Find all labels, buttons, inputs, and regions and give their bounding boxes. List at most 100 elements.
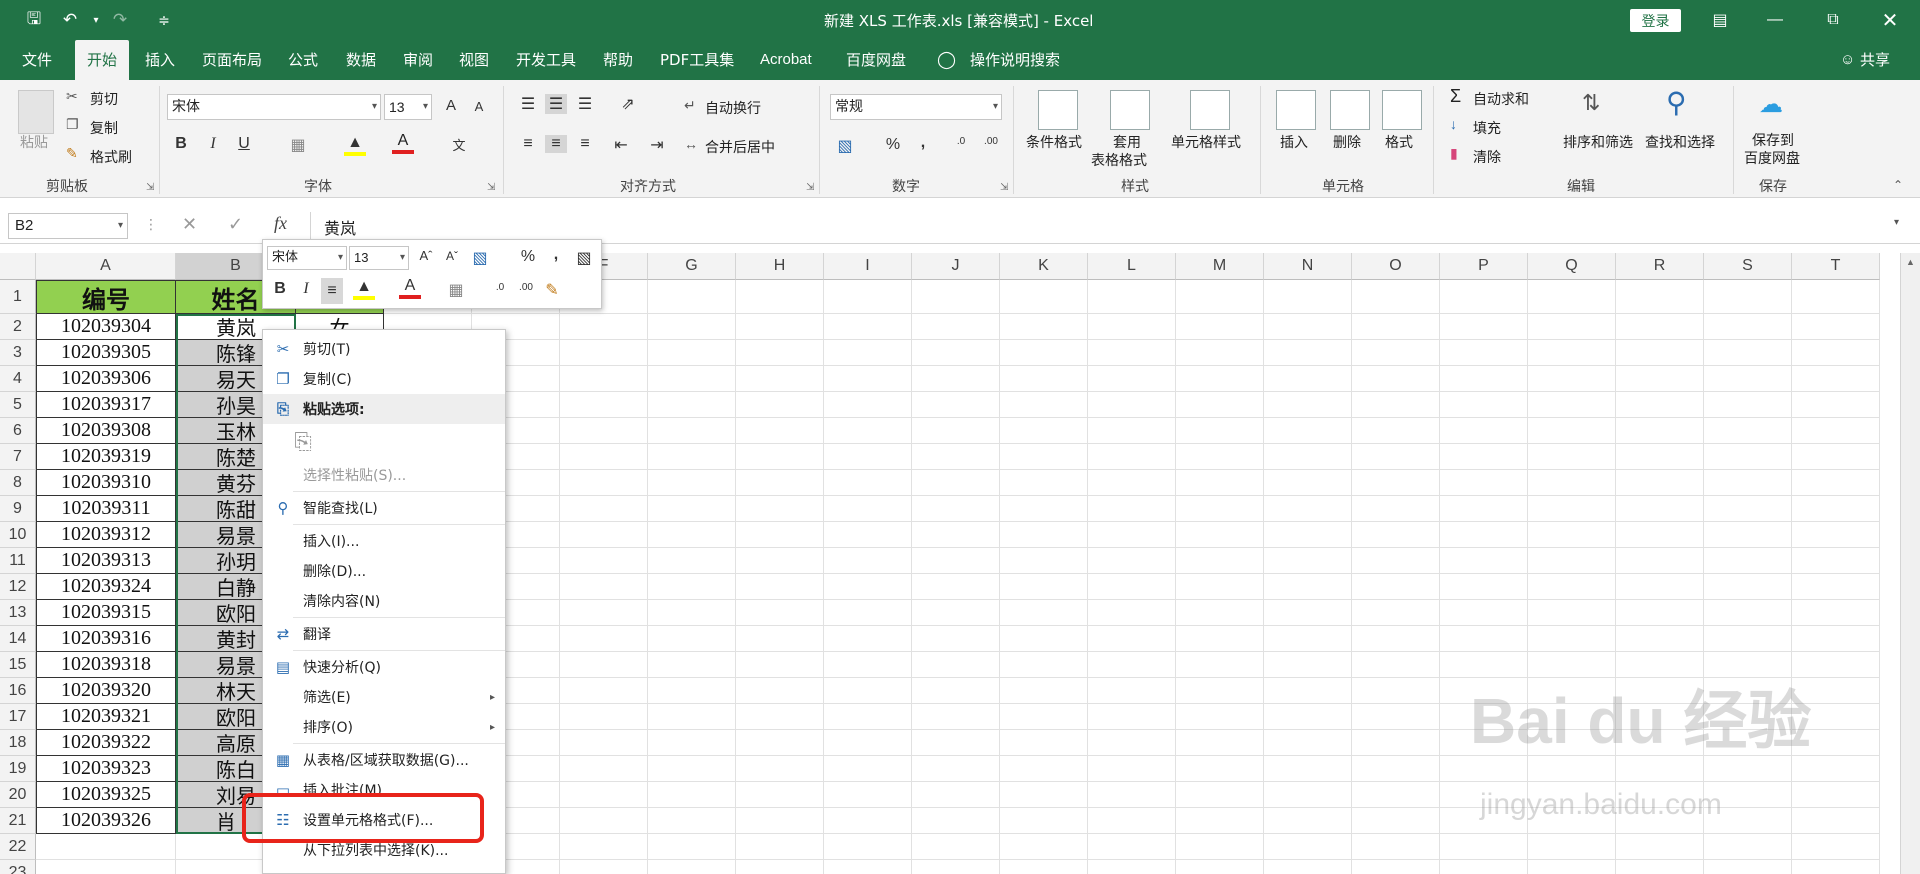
- cell-m8[interactable]: [1176, 470, 1264, 496]
- cell-l16[interactable]: [1088, 678, 1176, 704]
- vertical-scrollbar[interactable]: ▲: [1900, 253, 1920, 874]
- cell-t5[interactable]: [1792, 392, 1880, 418]
- row-header-10[interactable]: 10: [0, 522, 36, 548]
- mini-decrease-decimal-icon[interactable]: .00: [515, 282, 537, 293]
- mini-accounting-icon[interactable]: ▧: [469, 248, 491, 268]
- cut-button[interactable]: 剪切: [90, 89, 118, 109]
- row-header-4[interactable]: 4: [0, 366, 36, 392]
- cell-p1[interactable]: [1440, 280, 1528, 314]
- mini-font-combo[interactable]: 宋体 ▾: [267, 246, 347, 270]
- tab-acrobat[interactable]: Acrobat: [760, 40, 812, 80]
- cell-l11[interactable]: [1088, 548, 1176, 574]
- cell-p2[interactable]: [1440, 314, 1528, 340]
- fill-color-icon[interactable]: ▲: [344, 134, 366, 156]
- cell-s3[interactable]: [1704, 340, 1792, 366]
- column-header-q[interactable]: Q: [1528, 253, 1616, 280]
- cell-n20[interactable]: [1264, 782, 1352, 808]
- cell-a17[interactable]: 102039321: [36, 704, 176, 730]
- ribbon-display-icon[interactable]: ▤: [1697, 0, 1743, 40]
- cell-f9[interactable]: [560, 496, 648, 522]
- cell-a11[interactable]: 102039313: [36, 548, 176, 574]
- cell-m16[interactable]: [1176, 678, 1264, 704]
- row-header-15[interactable]: 15: [0, 652, 36, 678]
- cell-o15[interactable]: [1352, 652, 1440, 678]
- save-to-netdisk-line1[interactable]: 保存到: [1752, 130, 1794, 150]
- mini-increase-decimal-icon[interactable]: .0: [489, 282, 511, 293]
- cell-f17[interactable]: [560, 704, 648, 730]
- delete-cells-button[interactable]: 删除: [1333, 132, 1361, 152]
- cell-g10[interactable]: [648, 522, 736, 548]
- cell-g17[interactable]: [648, 704, 736, 730]
- cell-a8[interactable]: 102039310: [36, 470, 176, 496]
- menu-item-10[interactable]: ▤ 快速分析(Q): [263, 652, 505, 682]
- tab-pdf-tools[interactable]: PDF工具集: [660, 40, 734, 80]
- cell-p9[interactable]: [1440, 496, 1528, 522]
- insert-cells-button[interactable]: 插入: [1280, 132, 1308, 152]
- cell-o5[interactable]: [1352, 392, 1440, 418]
- cell-f12[interactable]: [560, 574, 648, 600]
- cell-k7[interactable]: [1000, 444, 1088, 470]
- cell-s23[interactable]: [1704, 860, 1792, 874]
- cell-l7[interactable]: [1088, 444, 1176, 470]
- cell-o19[interactable]: [1352, 756, 1440, 782]
- save-to-netdisk-line2[interactable]: 百度网盘: [1744, 148, 1800, 168]
- cell-h18[interactable]: [736, 730, 824, 756]
- tab-file[interactable]: 文件: [22, 40, 52, 80]
- cell-k2[interactable]: [1000, 314, 1088, 340]
- cell-q10[interactable]: [1528, 522, 1616, 548]
- cell-r1[interactable]: [1616, 280, 1704, 314]
- cell-h21[interactable]: [736, 808, 824, 834]
- cell-k22[interactable]: [1000, 834, 1088, 860]
- cell-p23[interactable]: [1440, 860, 1528, 874]
- cell-h11[interactable]: [736, 548, 824, 574]
- cell-n18[interactable]: [1264, 730, 1352, 756]
- cell-h3[interactable]: [736, 340, 824, 366]
- row-header-20[interactable]: 20: [0, 782, 36, 808]
- cell-o20[interactable]: [1352, 782, 1440, 808]
- font-size-combo[interactable]: 13 ▾: [384, 94, 432, 120]
- cell-h12[interactable]: [736, 574, 824, 600]
- cell-h14[interactable]: [736, 626, 824, 652]
- row-header-12[interactable]: 12: [0, 574, 36, 600]
- cell-m18[interactable]: [1176, 730, 1264, 756]
- cell-h6[interactable]: [736, 418, 824, 444]
- mini-percent-button[interactable]: %: [517, 248, 539, 266]
- column-header-h[interactable]: H: [736, 253, 824, 280]
- cell-n19[interactable]: [1264, 756, 1352, 782]
- cell-a10[interactable]: 102039312: [36, 522, 176, 548]
- cell-f8[interactable]: [560, 470, 648, 496]
- mini-size-combo[interactable]: 13 ▾: [349, 246, 409, 270]
- cell-f23[interactable]: [560, 860, 648, 874]
- cell-n5[interactable]: [1264, 392, 1352, 418]
- cell-m3[interactable]: [1176, 340, 1264, 366]
- cell-g12[interactable]: [648, 574, 736, 600]
- cell-a6[interactable]: 102039308: [36, 418, 176, 444]
- cell-o13[interactable]: [1352, 600, 1440, 626]
- cell-o17[interactable]: [1352, 704, 1440, 730]
- borders-icon[interactable]: ▦: [287, 135, 309, 155]
- cell-i1[interactable]: [824, 280, 912, 314]
- row-header-21[interactable]: 21: [0, 808, 36, 834]
- cell-t10[interactable]: [1792, 522, 1880, 548]
- cell-k15[interactable]: [1000, 652, 1088, 678]
- cell-s7[interactable]: [1704, 444, 1792, 470]
- cell-o18[interactable]: [1352, 730, 1440, 756]
- tab-help[interactable]: 帮助: [603, 40, 633, 80]
- cell-l19[interactable]: [1088, 756, 1176, 782]
- cell-a15[interactable]: 102039318: [36, 652, 176, 678]
- italic-button[interactable]: I: [202, 135, 224, 153]
- cell-p6[interactable]: [1440, 418, 1528, 444]
- cell-h13[interactable]: [736, 600, 824, 626]
- cell-i3[interactable]: [824, 340, 912, 366]
- cell-h7[interactable]: [736, 444, 824, 470]
- cell-k23[interactable]: [1000, 860, 1088, 874]
- menu-item-6[interactable]: 插入(I)...: [263, 526, 505, 556]
- cell-q9[interactable]: [1528, 496, 1616, 522]
- cell-j9[interactable]: [912, 496, 1000, 522]
- decrease-decimal-icon[interactable]: .00: [980, 136, 1002, 147]
- cell-j6[interactable]: [912, 418, 1000, 444]
- mini-grow-font-icon[interactable]: Aˆ: [415, 248, 437, 263]
- row-header-5[interactable]: 5: [0, 392, 36, 418]
- cell-r2[interactable]: [1616, 314, 1704, 340]
- cell-p3[interactable]: [1440, 340, 1528, 366]
